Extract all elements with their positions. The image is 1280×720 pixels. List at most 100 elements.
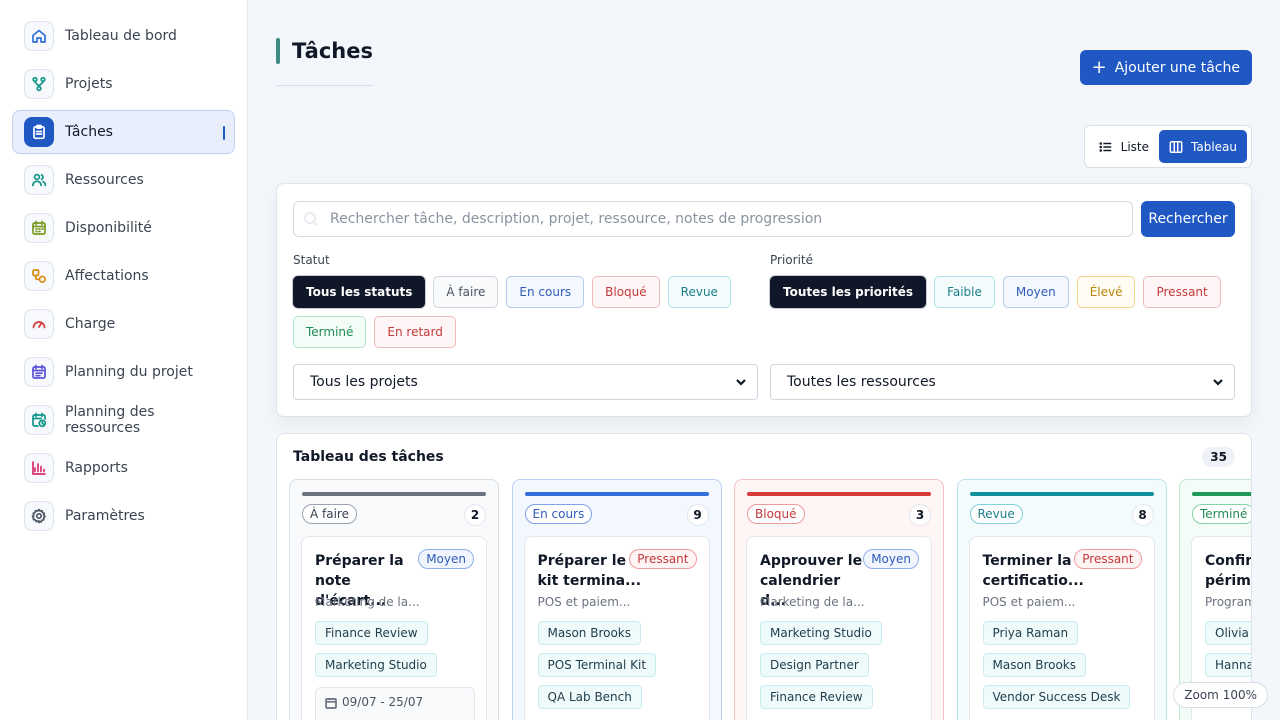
status-chip[interactable]: Bloqué [592, 276, 660, 308]
resource-select-value: Toutes les ressources [787, 374, 936, 390]
status-chip[interactable]: Terminé [293, 316, 367, 348]
resource-select[interactable]: Toutes les ressources [770, 364, 1235, 400]
task-project: POS et paiem... [537, 595, 631, 609]
resource-chip[interactable]: Finance Review [760, 685, 873, 709]
column-status-badge: En cours [524, 504, 593, 524]
priority-chip[interactable]: Élevé [1076, 276, 1136, 308]
task-project: POS et paiem... [982, 595, 1076, 609]
project-select[interactable]: Tous les projets [293, 364, 758, 400]
calendar-icon [24, 213, 54, 243]
view-board-button[interactable]: Tableau [1159, 130, 1247, 163]
board-column: En cours 9 Préparer le kit termina... Press… [511, 479, 722, 720]
users-icon [24, 165, 54, 195]
task-card[interactable]: Préparer le kit termina... Pressant POS et… [523, 536, 710, 720]
view-board-label: Tableau [1191, 139, 1237, 154]
resource-chip[interactable]: Mason Brooks [982, 653, 1087, 677]
project-select-value: Tous les projets [310, 374, 418, 390]
resource-list: Mason Brooks POS Terminal Kit QA Lab Bench [537, 621, 657, 709]
chevron-down-icon [1212, 376, 1224, 388]
filters-panel: Rechercher Statut Tous les statutsÀ fair… [276, 183, 1252, 417]
status-chip[interactable]: En retard [374, 316, 456, 348]
resource-chip[interactable]: Olivia C [1205, 621, 1251, 645]
resource-chip[interactable]: QA Lab Bench [537, 685, 642, 709]
task-title: Confirm périmè [1205, 553, 1252, 589]
sidebar-item-1[interactable]: Projets [12, 62, 235, 106]
column-status-badge: Terminé [1192, 504, 1251, 524]
priority-badge: Moyen [863, 549, 919, 569]
board-title: Tableau des tâches [293, 449, 444, 465]
bar-chart-icon [24, 453, 54, 483]
task-card[interactable]: Terminer la certificatio... Pressant POS e… [968, 536, 1155, 720]
calendar-list-icon [24, 357, 54, 387]
sidebar-item-10[interactable]: Paramètres [12, 494, 235, 538]
sidebar-item-8[interactable]: Planning des ressources [12, 398, 235, 442]
sidebar-item-label: Rapports [65, 460, 128, 476]
resource-chip[interactable]: Priya Raman [982, 621, 1079, 645]
board-count-badge: 35 [1202, 447, 1235, 467]
priority-badge: Moyen [418, 549, 474, 569]
sidebar-item-7[interactable]: Planning du projet [12, 350, 235, 394]
clipboard-icon [24, 117, 54, 147]
add-task-button[interactable]: + Ajouter une tâche [1079, 50, 1252, 85]
board-column: Revue 8 Terminer la certificatio... Pressan… [956, 479, 1167, 720]
resource-chip[interactable]: Hannal [1205, 653, 1251, 677]
priority-chip[interactable]: Pressant [1143, 276, 1221, 308]
priority-chips: Toutes les priorités Faible Moyen Élevé Pres… [770, 276, 1240, 308]
resource-chip[interactable]: Mason Brooks [537, 621, 642, 645]
sidebar-item-5[interactable]: Affectations [12, 254, 235, 298]
priority-badge: Pressant [1074, 549, 1142, 569]
column-color-bar [1192, 492, 1251, 496]
search-button[interactable]: Rechercher [1141, 201, 1235, 237]
calendar-clock-icon [24, 405, 54, 435]
task-card[interactable]: Préparer la note d'écart... Moyen Marketin… [301, 536, 487, 720]
task-project: Marketing de la... [760, 595, 865, 609]
resource-chip[interactable]: Finance Review [315, 621, 428, 645]
sidebar-item-6[interactable]: Charge [12, 302, 235, 346]
resource-chip[interactable]: Design Partner [760, 653, 869, 677]
branch-icon [24, 69, 54, 99]
resource-list: Finance Review Marketing Studio [315, 621, 437, 677]
column-status-badge: Revue [969, 504, 1023, 524]
sidebar-item-0[interactable]: Tableau de bord [12, 14, 235, 58]
resource-list: Priya Raman Mason Brooks Vendor Success De… [982, 621, 1131, 709]
status-chip[interactable]: À faire [433, 276, 499, 308]
column-color-bar [524, 492, 709, 496]
priority-filter-label: Priorité [770, 253, 813, 267]
priority-chip[interactable]: Moyen [1002, 276, 1069, 308]
sidebar-item-label: Planning des ressources [65, 404, 155, 436]
status-chip[interactable]: En cours [506, 276, 585, 308]
sidebar-item-3[interactable]: Ressources [12, 158, 235, 202]
sidebar: Tableau de bord Projets Tâches Ressources Di… [0, 0, 248, 720]
column-color-bar [747, 492, 931, 496]
sidebar-item-label: Ressources [65, 172, 144, 188]
status-chip[interactable]: Revue [667, 276, 731, 308]
sidebar-item-label: Projets [65, 76, 113, 92]
sidebar-item-4[interactable]: Disponibilité [12, 206, 235, 250]
priority-badge: Pressant [629, 549, 697, 569]
task-project: Program [1205, 595, 1252, 609]
list-icon [1099, 141, 1111, 152]
board-column: Bloqué 3 Approuver le calendrier d... Moyen… [734, 479, 944, 720]
sidebar-item-label: Paramètres [65, 508, 145, 524]
gear-icon [24, 501, 54, 531]
column-count-badge: 9 [686, 504, 709, 526]
zoom-indicator[interactable]: Zoom 100% [1173, 682, 1268, 708]
task-card[interactable]: Approuver le calendrier d... Moyen Marketi… [746, 536, 932, 720]
priority-chip[interactable]: Faible [934, 276, 995, 308]
home-icon [24, 21, 54, 51]
column-status-badge: Bloqué [747, 504, 805, 524]
status-chip[interactable]: Tous les statuts [293, 276, 426, 308]
page-title-text: Tâches [292, 39, 373, 63]
resource-chip[interactable]: Vendor Success Desk [982, 685, 1131, 709]
priority-chip[interactable]: Toutes les priorités [770, 276, 927, 308]
resource-chip[interactable]: Marketing Studio [315, 653, 437, 677]
sidebar-item-2[interactable]: Tâches [12, 110, 235, 154]
view-toggle: Liste Tableau [1083, 125, 1252, 168]
search-input[interactable] [293, 201, 1133, 237]
resource-chip[interactable]: Marketing Studio [760, 621, 882, 645]
sidebar-item-9[interactable]: Rapports [12, 446, 235, 490]
gauge-icon [24, 309, 54, 339]
resource-chip[interactable]: POS Terminal Kit [537, 653, 657, 677]
view-list-button[interactable]: Liste [1089, 130, 1159, 163]
columns-icon [1169, 140, 1183, 153]
